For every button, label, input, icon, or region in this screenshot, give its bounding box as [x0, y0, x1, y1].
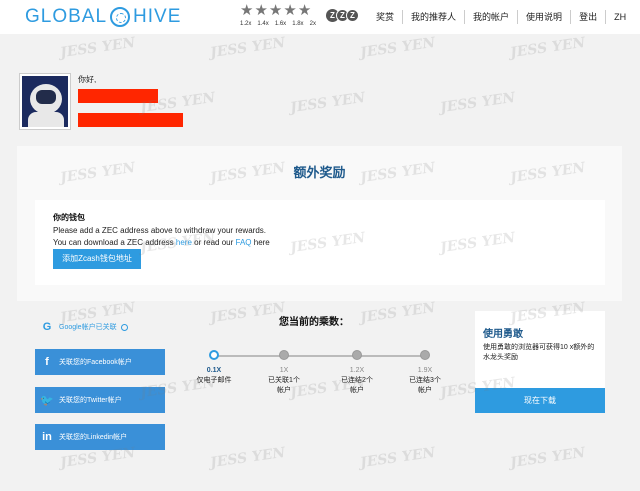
multiplier-node [279, 350, 289, 360]
twitter-icon: 🐦 [40, 394, 54, 407]
step-label: 已连结2个 [341, 377, 373, 384]
current-multiplier-title: 您当前的乘数： [279, 317, 349, 328]
step-multiplier: 0.1X [206, 367, 222, 374]
nav-instructions[interactable]: 使用说明 [517, 10, 570, 24]
step-label: 已连结3个 [409, 377, 441, 384]
redacted-name [78, 89, 158, 103]
panel-title: 额外奖励 [293, 165, 346, 180]
star-icon: ★ [240, 2, 254, 19]
multiplier-step: 0.1X 仅电子邮件 [184, 366, 244, 386]
google-linked-status: G Google帐户已关联 [35, 314, 165, 340]
star-icon: ★ [254, 2, 268, 19]
multiplier-step: 1.9X 已连结3个 帐户 [395, 366, 455, 396]
multiplier-step: 1X 已关联1个 帐户 [254, 366, 314, 396]
watermark: JESS YEN [439, 89, 517, 117]
nav-logout[interactable]: 登出 [570, 10, 605, 24]
link-twitter-label: 关联您的Twitter帐户 [59, 397, 122, 404]
watermark: JESS YEN [359, 34, 437, 62]
step-multiplier: 1.2X [349, 367, 365, 374]
multiplier-label: 1.2x [240, 21, 252, 27]
step-label-2: 帐户 [418, 387, 432, 394]
nav-rewards[interactable]: 奖赏 [368, 10, 402, 24]
step-label: 已关联1个 [268, 377, 300, 384]
redacted-email [78, 113, 183, 127]
top-header: GLOBAL HIVE ★ ★ ★ ★ ★ 1.2x 1.4x 1.6x 1.8… [0, 0, 640, 34]
extra-rewards-panel: 额外奖励 你的钱包 Please add a ZEC address above… [17, 146, 622, 301]
astronaut-visor [36, 90, 56, 104]
wallet-box: 你的钱包 Please add a ZEC address above to w… [35, 200, 605, 285]
faq-link[interactable]: FAQ [236, 238, 252, 247]
greeting-text: 你好, [78, 75, 97, 84]
watermark: JESS YEN [509, 34, 587, 62]
brave-description: 使用勇敢的浏览器可获得10 x额外的水龙头奖励 [483, 344, 595, 361]
astronaut-suit [28, 112, 64, 127]
logo-text-right: HIVE [133, 6, 182, 27]
download-here-link[interactable]: here [176, 238, 192, 247]
link-facebook-label: 关联您的Facebook帐户 [59, 359, 132, 366]
wallet-instruction: Please add a ZEC address above to withdr… [53, 226, 266, 235]
add-zcash-wallet-button[interactable]: 添加Zcash钱包地址 [53, 249, 141, 269]
step-multiplier: 1.9X [417, 367, 433, 374]
multiplier-node [352, 350, 362, 360]
multiplier-track [213, 355, 425, 357]
wallet-download-line: You can download a ZEC address here or r… [53, 238, 270, 247]
watermark: JESS YEN [289, 89, 367, 117]
logo-ring-icon [110, 7, 131, 27]
download-now-button[interactable]: 现在下载 [475, 388, 605, 413]
nav-account[interactable]: 我的帐户 [464, 10, 517, 24]
multiplier-label: 1.6x [274, 21, 287, 27]
multiplier-label: 1.4x [257, 21, 269, 27]
multiplier-label: 2x [309, 21, 316, 27]
google-icon: G [42, 321, 52, 333]
multiplier-step: 1.2X 已连结2个 帐户 [327, 366, 387, 396]
nav-language[interactable]: ZH [605, 10, 634, 24]
zcash-coin-icon: Z [346, 9, 359, 22]
nav-referrals[interactable]: 我的推荐人 [402, 10, 464, 24]
logo-text-left: GLOBAL [25, 6, 108, 27]
step-label-2: 帐户 [277, 387, 291, 394]
link-facebook-button[interactable]: f 关联您的Facebook帐户 [35, 349, 165, 375]
star-icon: ★ [268, 2, 283, 19]
multiplier-stars: ★ ★ ★ ★ ★ 1.2x 1.4x 1.6x 1.8x 2x [240, 3, 316, 27]
google-linked-label: Google帐户已关联 [59, 324, 117, 331]
check-circle-icon [120, 323, 128, 331]
wallet-title: 你的钱包 [53, 213, 85, 222]
global-hive-logo[interactable]: GLOBAL HIVE [25, 6, 181, 28]
multiplier-label: 1.8x [292, 21, 304, 27]
brave-title: 使用勇敢 [483, 329, 523, 340]
watermark: JESS YEN [209, 34, 287, 62]
step-label-2: 帐户 [350, 387, 364, 394]
social-multiplier-section: G Google帐户已关联 f 关联您的Facebook帐户 🐦 关联您的Twi… [17, 301, 622, 479]
star-icon: ★ [297, 2, 312, 19]
step-label: 仅电子邮件 [196, 377, 232, 384]
multiplier-node [420, 350, 430, 360]
link-twitter-button[interactable]: 🐦 关联您的Twitter帐户 [35, 387, 165, 413]
multiplier-node-current [209, 350, 219, 360]
link-linkedin-button[interactable]: in 关联您的Linkedin帐户 [35, 424, 165, 450]
brave-promo-card: 使用勇敢 使用勇敢的浏览器可获得10 x额外的水龙头奖励 现在下载 [475, 311, 605, 413]
star-icon: ★ [283, 2, 297, 19]
avatar[interactable] [20, 74, 70, 129]
link-linkedin-label: 关联您的Linkedin帐户 [59, 434, 128, 441]
facebook-icon: f [45, 356, 49, 368]
linkedin-icon: in [42, 431, 52, 443]
watermark: JESS YEN [59, 34, 137, 62]
step-multiplier: 1X [279, 367, 289, 374]
main-nav: 奖赏 我的推荐人 我的帐户 使用说明 登出 ZH [368, 10, 634, 24]
